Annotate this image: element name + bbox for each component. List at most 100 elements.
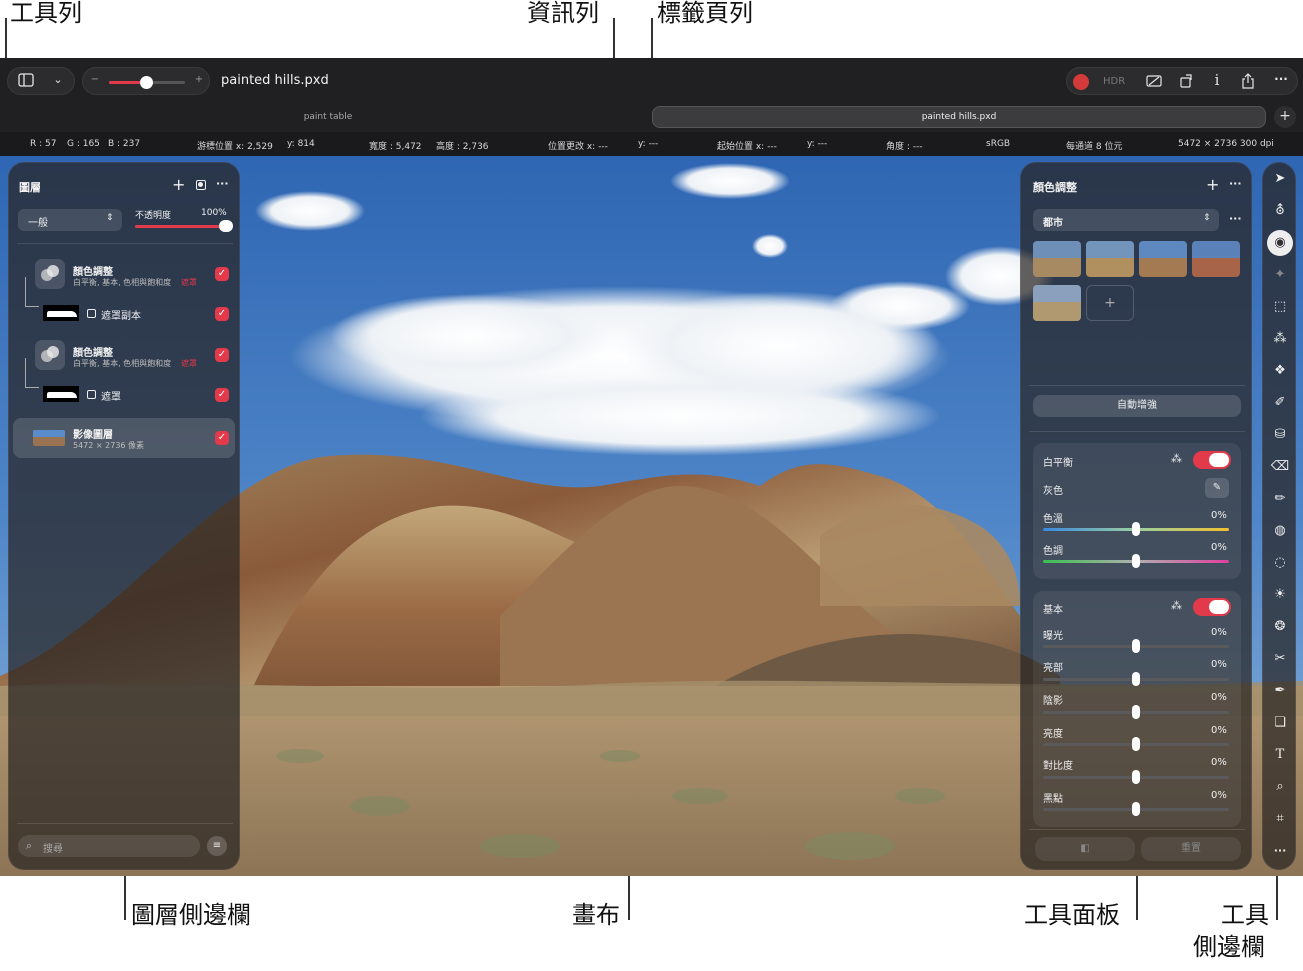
compare-icon[interactable] — [1145, 74, 1163, 92]
layer-visibility-checkbox[interactable]: ✓ — [215, 388, 229, 402]
exposure-slider[interactable] — [1043, 639, 1229, 653]
paint-bucket-icon[interactable]: ⛢ — [1267, 198, 1293, 224]
shadows-slider[interactable] — [1043, 705, 1229, 719]
layers-search-field[interactable]: ⌕ 搜尋 — [18, 835, 200, 857]
opacity-slider-knob[interactable] — [219, 220, 233, 232]
slider-knob[interactable] — [1132, 672, 1140, 686]
effects-icon[interactable]: ✦ — [1267, 262, 1293, 288]
tab-painted-hills[interactable]: painted hills.pxd — [652, 106, 1266, 128]
hdr-button[interactable]: HDR — [1103, 76, 1125, 87]
more-options-icon[interactable]: ··· — [1271, 72, 1291, 86]
smudge-icon[interactable]: ◍ — [1267, 518, 1293, 544]
slider-knob[interactable] — [1132, 737, 1140, 751]
marquee-icon[interactable]: ⬚ — [1267, 294, 1293, 320]
slider-knob[interactable] — [1132, 802, 1140, 816]
layer-row[interactable]: 顏色調整 白平衡, 基本, 色相與飽和度 遮罩 ✓ — [13, 336, 235, 376]
slider-knob[interactable] — [1132, 554, 1140, 568]
layer-row[interactable]: 遮罩 ✓ — [13, 380, 235, 410]
layer-subtitle: 白平衡, 基本, 色相與飽和度 — [73, 359, 172, 368]
slider-knob[interactable] — [1132, 705, 1140, 719]
canvas[interactable]: 圖層 + ··· 一般 ⇕ 不透明度 100% 顏色調整 白平衡, 基本, 色相… — [0, 156, 1303, 876]
layer-visibility-checkbox[interactable]: ✓ — [215, 431, 229, 445]
brightness-slider[interactable] — [1043, 737, 1229, 751]
zoom-icon[interactable]: ⌕ — [1267, 774, 1293, 800]
add-layer-icon[interactable]: + — [172, 175, 185, 194]
eyedropper-icon[interactable]: ✎ — [1205, 478, 1229, 498]
layer-row[interactable]: 顏色調整 白平衡, 基本, 色相與飽和度 遮罩 ✓ — [13, 255, 235, 295]
shapes-icon[interactable]: ❏ — [1267, 710, 1293, 736]
callout-tools-sidebar-2: 側邊欄 — [1193, 933, 1265, 961]
text-icon[interactable]: T — [1267, 742, 1293, 768]
search-placeholder: 搜尋 — [43, 844, 63, 855]
fill-icon[interactable]: ⛁ — [1267, 422, 1293, 448]
add-adjust-icon[interactable]: + — [1206, 175, 1219, 194]
filter-icon[interactable]: ≡ — [207, 836, 227, 856]
preset-select[interactable]: 都市 ⇕ — [1033, 209, 1219, 231]
preset-thumbnail[interactable] — [1139, 241, 1187, 277]
layer-row[interactable]: 遮罩副本 ✓ — [13, 299, 235, 329]
blur-icon[interactable]: ◌ — [1267, 550, 1293, 576]
lighten-icon[interactable]: ☀ — [1267, 582, 1293, 608]
repair-icon[interactable]: ✂ — [1267, 646, 1293, 672]
contrast-slider[interactable] — [1043, 770, 1229, 784]
mask-icon — [87, 309, 96, 318]
slider-knob[interactable] — [1132, 639, 1140, 653]
crop-icon[interactable]: ⌗ — [1267, 806, 1293, 832]
layer-visibility-checkbox[interactable]: ✓ — [215, 267, 229, 281]
wb-toggle[interactable] — [1193, 451, 1231, 469]
info-icon[interactable]: i — [1209, 71, 1225, 89]
add-preset-button[interactable]: + — [1086, 285, 1134, 321]
layers-more-icon[interactable]: ··· — [216, 177, 229, 190]
quick-selection-icon[interactable]: ❖ — [1267, 358, 1293, 384]
preset-thumbnail[interactable] — [1033, 285, 1081, 321]
brush-icon[interactable]: ✐ — [1267, 390, 1293, 416]
slider-knob[interactable] — [1132, 770, 1140, 784]
black-point-slider[interactable] — [1043, 802, 1229, 816]
magic-wand-icon[interactable]: ⁂ — [1171, 599, 1182, 612]
more-icon[interactable]: ··· — [1267, 838, 1293, 864]
temperature-slider[interactable] — [1043, 522, 1229, 536]
opacity-slider[interactable] — [135, 220, 233, 232]
auto-enhance-button[interactable]: 自動增強 — [1033, 395, 1241, 417]
record-button[interactable] — [1073, 74, 1089, 90]
select-chevron-icon: ⇕ — [106, 213, 114, 223]
magic-wand-icon[interactable]: ⁂ — [1267, 326, 1293, 352]
layer-visibility-checkbox[interactable]: ✓ — [215, 348, 229, 362]
preset-more-icon[interactable]: ··· — [1229, 212, 1242, 225]
blend-mode-select[interactable]: 一般 ⇕ — [18, 209, 122, 231]
chevron-down-icon[interactable]: ⌄ — [50, 73, 66, 86]
basic-toggle[interactable] — [1193, 598, 1231, 616]
highlights-slider[interactable] — [1043, 672, 1229, 686]
magic-wand-icon[interactable]: ⁂ — [1171, 452, 1182, 465]
new-tab-button[interactable]: + — [1274, 106, 1296, 128]
reset-button[interactable]: 重置 — [1141, 837, 1241, 861]
pen-icon[interactable]: ✒ — [1267, 678, 1293, 704]
clone-icon[interactable]: ❂ — [1267, 614, 1293, 640]
compare-button[interactable]: ◧ — [1035, 837, 1135, 861]
eraser-icon[interactable]: ⌫ — [1267, 454, 1293, 480]
adjust-more-icon[interactable]: ··· — [1229, 177, 1242, 190]
zoom-out-button[interactable]: − — [89, 74, 101, 85]
share-icon[interactable] — [1239, 73, 1257, 93]
pencil-icon[interactable]: ✏ — [1267, 486, 1293, 512]
mask-icon[interactable] — [196, 180, 206, 190]
zoom-slider-knob[interactable] — [140, 76, 153, 89]
info-depth: 每通道 8 位元 — [1066, 142, 1123, 152]
slider-knob[interactable] — [1132, 522, 1140, 536]
zoom-slider-track[interactable] — [109, 76, 185, 89]
preset-thumbnail[interactable] — [1086, 241, 1134, 277]
layer-mask-tag[interactable]: 遮罩 — [181, 277, 197, 288]
sidebar-icon[interactable] — [16, 73, 36, 91]
arrow-pointer-icon[interactable]: ➤ — [1267, 166, 1293, 192]
layer-mask-tag[interactable]: 遮罩 — [181, 358, 197, 369]
preset-thumbnail[interactable] — [1033, 241, 1081, 277]
rotate-icon[interactable] — [1177, 74, 1195, 92]
tab-paint-table[interactable]: paint table — [8, 106, 648, 128]
preset-thumbnail[interactable] — [1192, 241, 1240, 277]
layer-row-selected[interactable]: 影像圖層 5472 × 2736 像素 ✓ — [13, 418, 235, 458]
layer-visibility-checkbox[interactable]: ✓ — [215, 307, 229, 321]
zoom-in-button[interactable]: + — [193, 74, 205, 85]
divider — [17, 823, 233, 824]
tint-slider[interactable] — [1043, 554, 1229, 568]
color-adjust-icon[interactable]: ◉ — [1267, 230, 1293, 256]
